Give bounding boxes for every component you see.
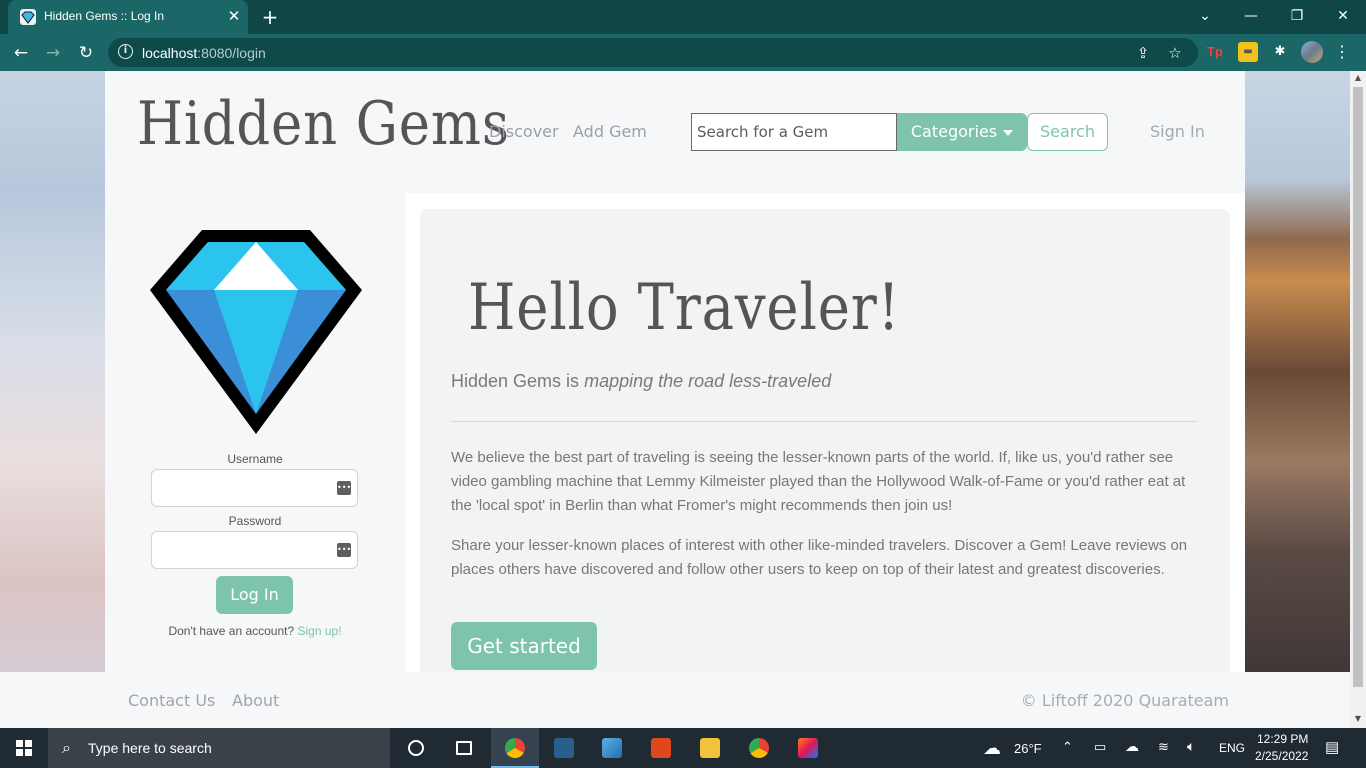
password-manager-icon[interactable]: ••• (337, 543, 351, 557)
nav-add-gem-link[interactable]: Add Gem (573, 122, 647, 141)
login-panel: Username ••• Password ••• Log In Don't h… (105, 193, 405, 672)
footer-about-link[interactable]: About (232, 691, 279, 710)
extensions-puzzle-icon[interactable]: ✱ (1270, 42, 1290, 62)
sign-up-link[interactable]: Sign up! (298, 624, 342, 638)
taskbar-intellij-icon[interactable] (784, 728, 832, 768)
footer-copyright: © Liftoff 2020 Quarateam (1020, 691, 1229, 710)
minimize-icon[interactable]: — (1238, 4, 1264, 28)
username-field[interactable]: ••• (151, 469, 358, 507)
address-bar: ← → ↻ i localhost:8080/login ⇪ ☆ (0, 34, 1366, 71)
password-field[interactable]: ••• (151, 531, 358, 569)
tray-chevron-up-icon[interactable]: ⌃ (1062, 739, 1073, 755)
onedrive-cloud-icon[interactable]: ☁ (1125, 738, 1139, 755)
password-label: Password (228, 514, 282, 528)
windows-taskbar: ⌕ Type here to search ☁ 26°F ⌃ ▭ ☁ ≋ 🔈︎ … (0, 728, 1366, 768)
new-tab-icon[interactable]: + (258, 5, 282, 29)
hero-lead: Hidden Gems is mapping the road less-tra… (451, 371, 831, 392)
close-tab-icon[interactable]: ✕ (224, 6, 244, 26)
taskbar-search-box[interactable]: ⌕ Type here to search (48, 728, 390, 768)
url-path: :8080/login (197, 45, 266, 61)
reload-icon[interactable]: ↻ (73, 40, 99, 66)
scroll-up-arrow-icon[interactable]: ▲ (1350, 71, 1366, 85)
taskbar-office-icon[interactable] (637, 728, 685, 768)
page-scrollbar[interactable]: ▲ ▼ (1350, 71, 1366, 728)
hero-heading: Hello Traveler! (468, 271, 901, 345)
categories-label: Categories (910, 122, 998, 141)
forward-icon[interactable]: → (40, 40, 66, 66)
taskbar-app-icon[interactable] (588, 728, 636, 768)
task-view-icon[interactable] (440, 728, 488, 768)
clock-date[interactable]: 2/25/2022 (1255, 749, 1308, 763)
password-manager-icon[interactable]: ••• (337, 481, 351, 495)
hero-column: Hello Traveler! Hidden Gems is mapping t… (405, 193, 1245, 679)
search-icon: ⌕ (62, 738, 71, 757)
share-icon[interactable]: ⇪ (1132, 42, 1154, 64)
browser-tab-strip: Hidden Gems :: Log In ✕ + ⌄ — ❐ ✕ (0, 0, 1366, 34)
page-container: Hidden Gems Discover Add Gem Categories … (105, 71, 1245, 679)
weather-cloud-icon[interactable]: ☁ (983, 738, 1001, 759)
hero-jumbotron: Hello Traveler! Hidden Gems is mapping t… (420, 209, 1230, 679)
volume-icon[interactable]: 🔈︎ (1187, 738, 1195, 755)
footer-contact-link[interactable]: Contact Us (128, 691, 215, 710)
close-window-icon[interactable]: ✕ (1330, 4, 1356, 28)
nav-discover-link[interactable]: Discover (489, 122, 559, 141)
site-brand-logo[interactable]: Hidden Gems (137, 89, 510, 159)
taskbar-search-placeholder: Type here to search (88, 740, 212, 756)
extension-tp-icon[interactable]: Tp (1205, 42, 1225, 62)
categories-dropdown-button[interactable]: Categories (897, 113, 1027, 151)
scroll-down-arrow-icon[interactable]: ▼ (1350, 712, 1366, 726)
hero-paragraph-1: We believe the best part of traveling is… (451, 449, 1186, 514)
url-text: localhost:8080/login (142, 45, 266, 61)
tab-search-chevron-icon[interactable]: ⌄ (1192, 4, 1218, 28)
divider (451, 421, 1197, 422)
signup-prompt: Don't have an account? Sign up! (105, 624, 405, 638)
log-in-button[interactable]: Log In (216, 576, 293, 614)
wifi-icon[interactable]: ≋ (1158, 739, 1169, 755)
url-field[interactable]: i localhost:8080/login ⇪ ☆ (108, 38, 1198, 67)
scrollbar-thumb[interactable] (1353, 87, 1363, 687)
username-label: Username (227, 452, 283, 466)
site-info-icon[interactable]: i (118, 44, 133, 59)
hero-paragraph-2: Share your lesser-known places of intere… (451, 537, 1188, 578)
taskbar-chrome-icon[interactable] (735, 728, 783, 768)
lead-prefix: Hidden Gems is (451, 371, 580, 391)
diamond-gem-icon (150, 230, 362, 434)
battery-icon[interactable]: ▭ (1094, 739, 1106, 755)
background-image-right (1245, 71, 1350, 672)
background-image-left (0, 71, 105, 672)
browser-menu-icon[interactable]: ⋮ (1332, 42, 1352, 62)
page-viewport: Hidden Gems Discover Add Gem Categories … (0, 71, 1366, 728)
diamond-favicon-icon (20, 9, 36, 25)
tab-title: Hidden Gems :: Log In (44, 9, 165, 23)
browser-tab-active[interactable]: Hidden Gems :: Log In ✕ (8, 0, 248, 34)
gem-search-input[interactable] (691, 113, 897, 151)
no-account-text: Don't have an account? (168, 624, 295, 638)
lead-emphasis: mapping the road less-traveled (584, 371, 832, 391)
taskbar-file-explorer-icon[interactable] (686, 728, 734, 768)
windows-start-icon[interactable] (0, 728, 48, 768)
bookmark-star-icon[interactable]: ☆ (1164, 42, 1186, 64)
search-button[interactable]: Search (1027, 113, 1108, 151)
get-started-button[interactable]: Get started (451, 622, 597, 670)
clock-time[interactable]: 12:29 PM (1257, 732, 1308, 746)
cortana-icon[interactable] (392, 728, 440, 768)
restore-icon[interactable]: ❐ (1284, 4, 1310, 28)
sign-in-link[interactable]: Sign In (1150, 122, 1205, 141)
weather-temperature[interactable]: 26°F (1014, 741, 1042, 756)
profile-avatar[interactable] (1301, 41, 1323, 63)
extension-notes-icon[interactable]: ▬ (1238, 42, 1258, 62)
url-host: localhost (142, 45, 198, 61)
taskbar-chrome-active-icon[interactable] (491, 728, 539, 768)
site-footer: Contact Us About © Liftoff 2020 Quaratea… (0, 672, 1350, 728)
taskbar-workbench-icon[interactable] (540, 728, 588, 768)
back-icon[interactable]: ← (8, 40, 34, 66)
language-indicator[interactable]: ENG (1219, 741, 1245, 755)
notifications-icon[interactable]: ▤ (1325, 738, 1339, 756)
caret-down-icon (1003, 129, 1014, 136)
